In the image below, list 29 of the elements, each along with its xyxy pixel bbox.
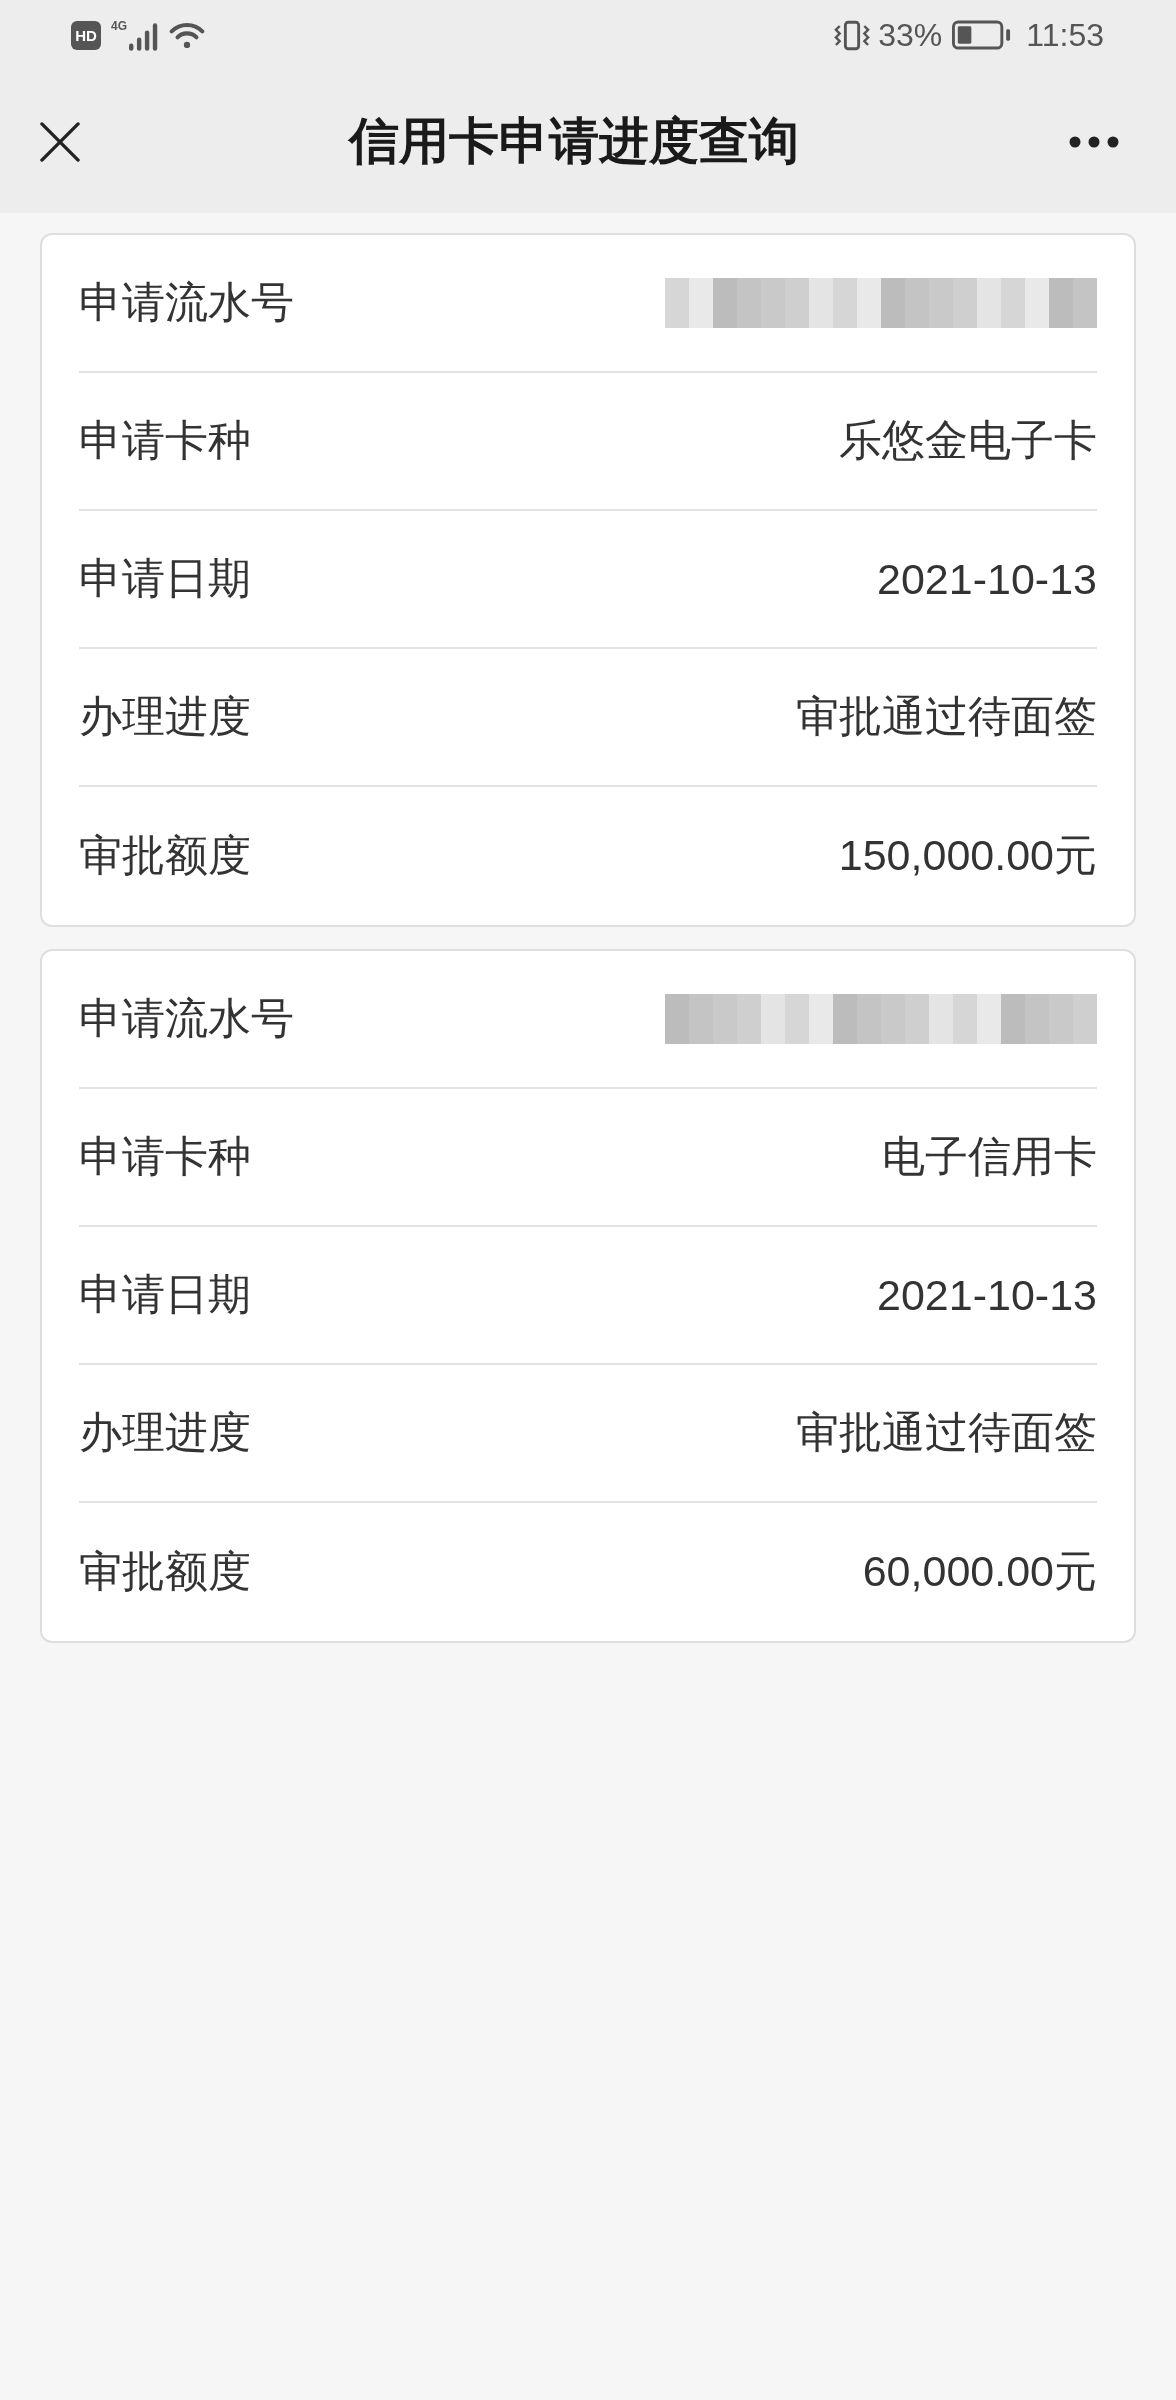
field-label: 办理进度 [79,1407,251,1458]
field-value: 2021-10-13 [877,1270,1097,1320]
battery-percent: 33% [878,16,943,54]
clock-time: 11:53 [1026,16,1104,54]
field-label: 申请日期 [79,1269,251,1320]
field-value: 150,000.00元 [838,830,1097,881]
field-label: 审批额度 [79,830,251,881]
field-value: 审批通过待面签 [796,691,1097,742]
field-value: 审批通过待面签 [796,1407,1097,1458]
field-label: 申请卡种 [79,1131,251,1182]
signal-icon [129,22,159,52]
field-label: 申请卡种 [79,415,251,466]
vibrate-icon [834,19,871,51]
network-type: 4G [111,19,127,33]
more-icon[interactable] [1068,135,1120,148]
field-label: 申请流水号 [79,993,294,1044]
wifi-icon [169,21,205,49]
field-value: 乐悠金电子卡 [839,415,1097,466]
close-icon[interactable] [40,121,80,162]
field-value: 2021-10-13 [877,554,1097,604]
field-value: 60,000.00元 [862,1546,1097,1597]
hd-badge: HD [71,20,101,50]
field-label: 办理进度 [79,691,251,742]
field-value: 电子信用卡 [882,1131,1097,1182]
page-title: 信用卡申请进度查询 [349,112,799,171]
field-label: 申请流水号 [79,277,294,328]
field-label: 申请日期 [79,553,251,604]
battery-icon [952,20,1013,50]
field-label: 审批额度 [79,1546,251,1597]
